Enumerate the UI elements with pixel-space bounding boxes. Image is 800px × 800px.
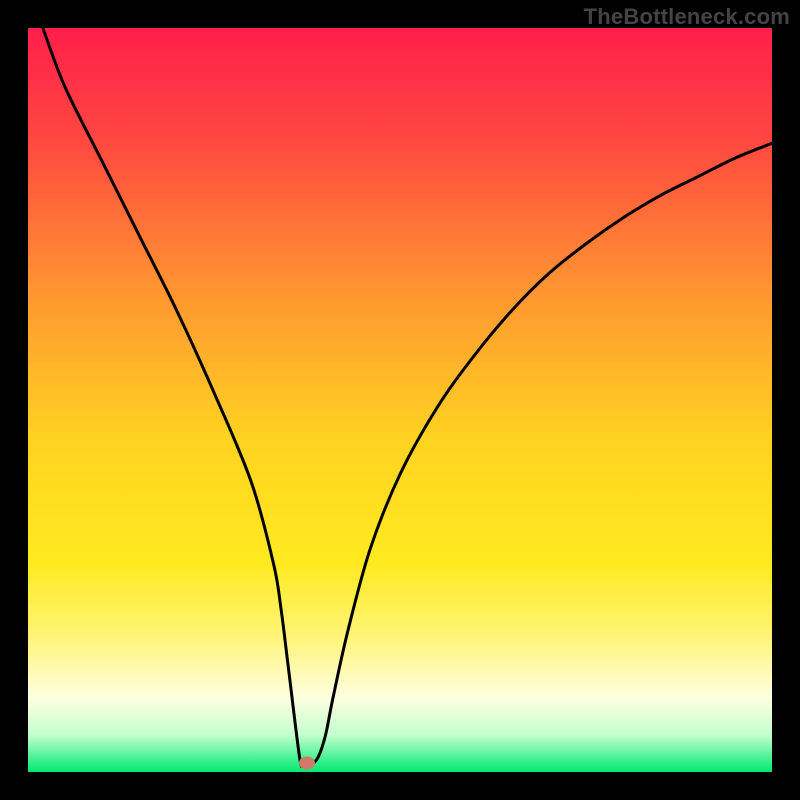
bottleneck-curve bbox=[43, 28, 772, 766]
plot-frame bbox=[28, 28, 772, 772]
chart-root: TheBottleneck.com bbox=[0, 0, 800, 800]
plot-area bbox=[28, 28, 772, 772]
optimal-point-marker bbox=[299, 757, 315, 770]
curve-layer bbox=[28, 28, 772, 772]
watermark-text: TheBottleneck.com bbox=[584, 4, 790, 30]
